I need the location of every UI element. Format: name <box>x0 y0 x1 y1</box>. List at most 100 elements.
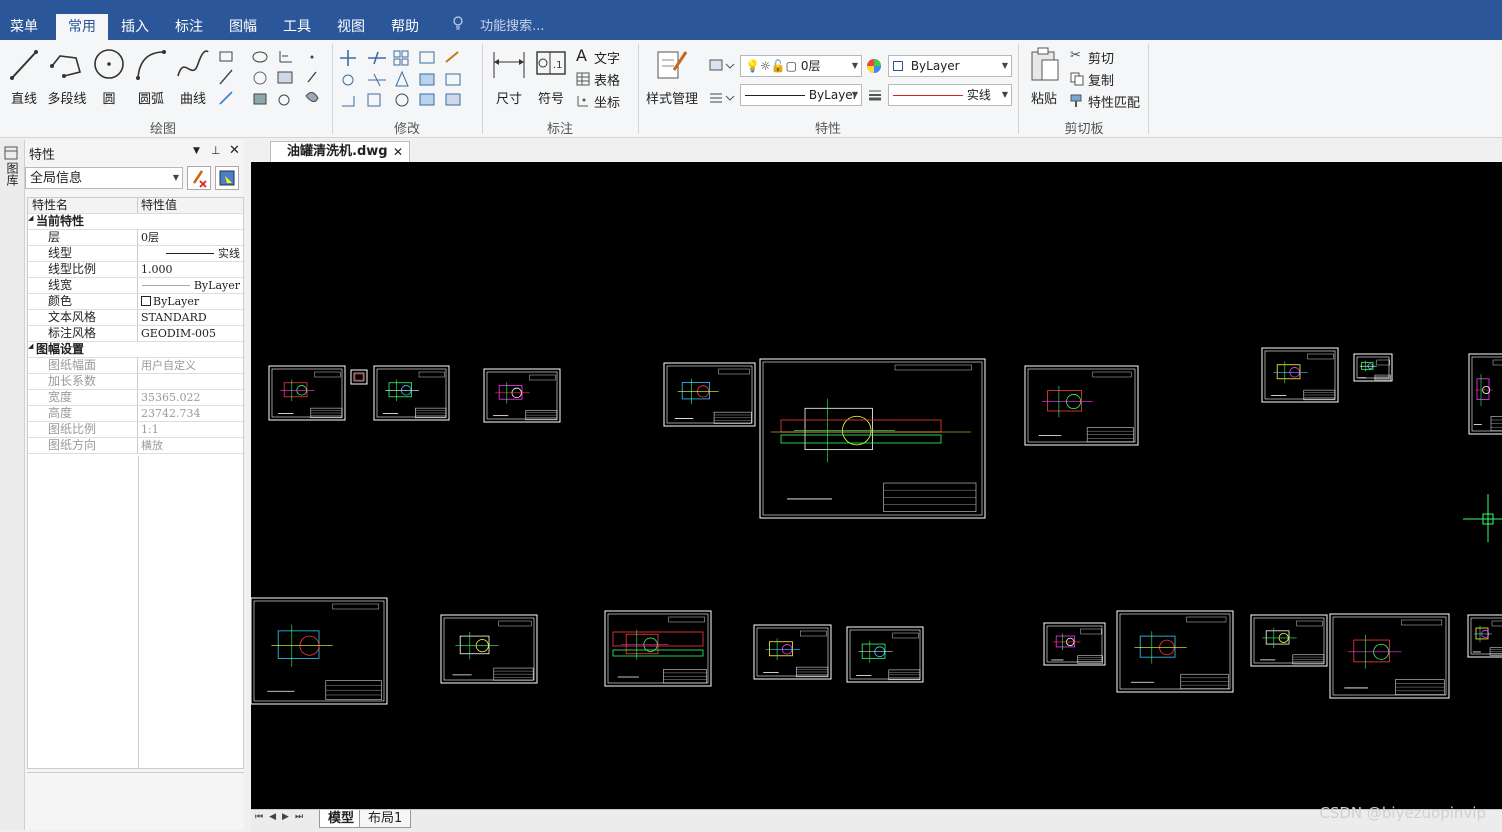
table-button[interactable]: 表格 <box>576 70 632 89</box>
cut-label: 剪切 <box>1088 52 1115 67</box>
close-icon[interactable]: ✕ <box>229 143 240 158</box>
drawing-canvas[interactable] <box>251 162 1502 809</box>
coordinate-button[interactable]: 坐标 <box>576 92 632 111</box>
style-manager-button[interactable]: 样式管理 <box>644 46 700 112</box>
paste-label: 粘贴 <box>1030 92 1057 107</box>
layer-select[interactable]: 💡☼🔓▢ 0层 ▼ <box>740 55 862 77</box>
match-label: 特性匹配 <box>1088 96 1141 111</box>
copy-button[interactable]: 复制 <box>1070 70 1140 89</box>
cut-button[interactable]: ✂ 剪切 <box>1070 48 1140 67</box>
library-tab[interactable]: 图库 <box>4 146 20 196</box>
property-row[interactable]: 图纸比例 1:1 <box>28 422 243 438</box>
property-row[interactable]: 加长系数 <box>28 374 243 390</box>
tab-frame[interactable]: 图幅 <box>220 14 266 40</box>
quick-select-button[interactable] <box>215 166 239 190</box>
lightbulb-icon <box>452 16 464 30</box>
property-name: 当前特性 <box>36 214 85 228</box>
tab-view[interactable]: 视图 <box>328 14 374 40</box>
property-row[interactable]: 颜色 ByLayer <box>28 294 243 310</box>
line-button[interactable]: 直线 <box>6 46 42 112</box>
scope-select[interactable]: 全局信息 ▼ <box>25 167 183 189</box>
match-properties-button[interactable]: 特性匹配 <box>1070 92 1150 111</box>
property-row[interactable]: 高度 23742.734 <box>28 406 243 422</box>
style-manager-label: 样式管理 <box>645 92 698 107</box>
tab-layout1[interactable]: 布局1 <box>359 810 412 828</box>
property-value: ByLayer <box>138 294 243 309</box>
linetype-value: ByLayer <box>808 88 858 102</box>
arc-button[interactable]: 圆弧 <box>132 46 170 112</box>
property-row[interactable]: 线型比例 1.000 <box>28 262 243 278</box>
feature-search[interactable]: 功能搜索... <box>452 14 545 40</box>
property-row[interactable]: 线型 实线 <box>28 246 243 262</box>
property-value: ByLayer <box>138 278 243 293</box>
property-row[interactable]: 图纸幅面 用户自定义 <box>28 358 243 374</box>
drawing-sheets[interactable] <box>251 162 1502 809</box>
dimension-label: 尺寸 <box>495 92 522 107</box>
draw-small-tools[interactable] <box>216 48 326 112</box>
close-icon[interactable]: ✕ <box>393 142 403 162</box>
coordinate-icon <box>577 96 588 107</box>
collapse-caret-icon[interactable]: ◢ <box>28 342 33 350</box>
tab-model[interactable]: 模型 <box>319 810 364 828</box>
color-value: ByLayer <box>910 59 960 73</box>
symbol-label: 符号 <box>537 92 564 107</box>
property-row[interactable]: 层 0层 <box>28 230 243 246</box>
tab-help[interactable]: 帮助 <box>382 14 428 40</box>
property-name: 标注风格 <box>28 326 138 341</box>
property-row[interactable]: 图纸方向 横放 <box>28 438 243 454</box>
copy-label: 复制 <box>1088 74 1115 89</box>
property-rows: ◢ 当前特性层 0层 线型 实线 线型比例 1.000 线宽 ByLayer 颜色 ByLayer… <box>28 214 243 454</box>
scope-value: 全局信息 <box>30 171 83 186</box>
tab-home[interactable]: 常用 <box>56 14 108 40</box>
property-value: 用户自定义 <box>141 359 196 372</box>
sheet-header-block <box>529 374 556 381</box>
property-row[interactable]: 文本风格 STANDARD <box>28 310 243 326</box>
sheet-header-block <box>718 368 750 375</box>
property-row[interactable]: 标注风格 GEODIM-005 <box>28 326 243 342</box>
property-name: 线宽 <box>28 278 138 293</box>
lineweight-select[interactable]: 实线 ▼ <box>888 84 1012 106</box>
paste-button[interactable]: 粘贴 <box>1024 46 1064 112</box>
property-section[interactable]: ◢ 当前特性 <box>28 214 243 230</box>
tab-menu[interactable]: 菜单 <box>0 14 48 40</box>
tab-tools[interactable]: 工具 <box>274 14 320 40</box>
clipboard-icon <box>1031 47 1059 81</box>
clear-selection-button[interactable] <box>187 166 211 190</box>
menu-bar: 菜单 常用 插入 标注 图幅 工具 视图 帮助 功能搜索... <box>0 0 1502 40</box>
dimension-button[interactable]: 尺寸 <box>490 46 528 112</box>
circle-button[interactable]: 圆 <box>92 46 126 112</box>
property-name: 线型 <box>28 246 138 261</box>
curve-label: 曲线 <box>179 92 206 107</box>
sheet-header-block <box>498 620 532 627</box>
pin-icon[interactable]: ⊥ <box>211 144 221 157</box>
linetype-select[interactable]: ByLayer ▼ <box>740 84 862 106</box>
property-value: 1.000 <box>141 263 173 276</box>
curve-button[interactable]: 曲线 <box>174 46 212 112</box>
polyline-button[interactable]: 多段线 <box>46 46 88 112</box>
panel-dropdown-icon[interactable]: ▼ <box>193 146 200 156</box>
text-icon: A <box>576 46 587 65</box>
property-name: 图幅设置 <box>36 342 85 356</box>
document-tab[interactable]: 油罐清洗机.dwg ✕ <box>270 141 410 162</box>
layer-tools[interactable] <box>706 56 736 116</box>
line-icon <box>10 50 38 80</box>
modify-tools[interactable] <box>338 48 478 112</box>
layer-state-icons: 💡☼🔓▢ <box>745 59 797 73</box>
symbol-button[interactable]: .1 符号 <box>532 46 570 112</box>
property-name: 加长系数 <box>28 374 138 389</box>
property-value: 实线 <box>138 246 243 261</box>
collapse-caret-icon[interactable]: ◢ <box>28 214 33 222</box>
text-button[interactable]: A 文字 <box>576 46 632 67</box>
tab-annotate[interactable]: 标注 <box>166 14 212 40</box>
clear-selection-icon <box>192 170 207 188</box>
property-row[interactable]: 线宽 ByLayer <box>28 278 243 294</box>
property-value: STANDARD <box>141 311 207 324</box>
watermark: CSDN @biyezuopinvip <box>1319 804 1486 822</box>
layout-tab-bar: ⏮◀▶⏭ 模型 布局1 <box>251 809 1502 832</box>
tab-nav-arrows[interactable]: ⏮◀▶⏭ <box>255 812 309 822</box>
property-row[interactable]: 宽度 35365.022 <box>28 390 243 406</box>
property-section[interactable]: ◢ 图幅设置 <box>28 342 243 358</box>
property-name: 颜色 <box>28 294 138 309</box>
tab-insert[interactable]: 插入 <box>112 14 158 40</box>
color-select[interactable]: ByLayer ▼ <box>888 55 1012 77</box>
